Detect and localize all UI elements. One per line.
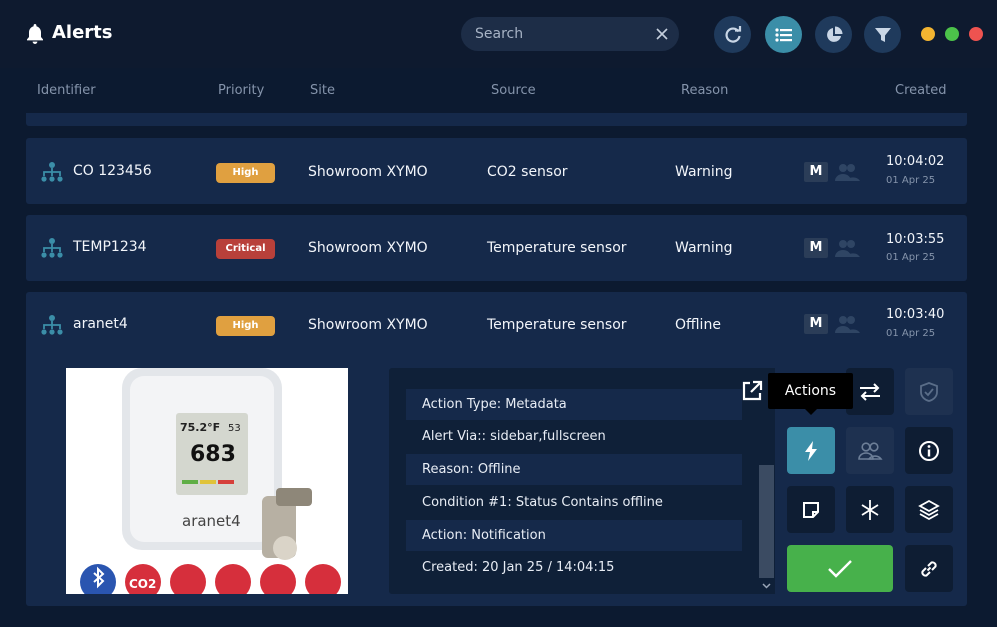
device-humidity: 53	[228, 423, 241, 434]
link-icon	[921, 560, 937, 577]
device-temp: 75.2°F	[180, 421, 220, 434]
close-icon[interactable]	[655, 27, 669, 41]
identifier: TEMP1234	[73, 239, 147, 255]
note-button[interactable]	[787, 486, 835, 533]
asterisk-button[interactable]	[846, 486, 894, 533]
pie-chart-icon	[826, 26, 842, 42]
co2-icon-label: CO2	[129, 577, 156, 591]
maximize-window-button[interactable]	[945, 27, 959, 41]
check-icon	[828, 559, 852, 578]
layers-button[interactable]	[905, 486, 953, 533]
column-header-created[interactable]: Created	[895, 83, 946, 98]
swap-icon	[860, 382, 880, 401]
source: Temperature sensor	[487, 317, 627, 333]
lightning-icon	[805, 440, 817, 461]
m-badge: M	[804, 314, 828, 334]
search-input[interactable]	[475, 17, 645, 51]
chart-view-button[interactable]	[815, 16, 852, 53]
info-button[interactable]	[905, 427, 953, 474]
source: CO2 sensor	[487, 164, 568, 180]
m-badge: M	[804, 162, 828, 182]
asterisk-icon	[861, 499, 879, 520]
device-brand: aranet4	[182, 512, 241, 530]
minimize-window-button[interactable]	[921, 27, 935, 41]
aranet4-device-illustration: 75.2°F 53 683 aranet4 CO2	[66, 368, 348, 594]
hierarchy-icon	[41, 238, 63, 258]
resolve-button[interactable]	[787, 545, 893, 592]
actions-tooltip: Actions	[768, 373, 853, 415]
priority-badge: High	[216, 316, 275, 336]
chevron-down-icon[interactable]	[761, 580, 772, 591]
table-row-partial	[26, 113, 967, 126]
detail-line: Reason: Offline	[406, 454, 742, 485]
refresh-icon	[724, 25, 741, 43]
site: Showroom XYMO	[308, 240, 428, 256]
refresh-button[interactable]	[714, 16, 751, 53]
list-view-button[interactable]	[765, 16, 802, 53]
table-row[interactable]: TEMP1234 Critical Showroom XYMO Temperat…	[26, 215, 967, 281]
list-icon	[774, 27, 792, 42]
device-co2: 683	[190, 442, 236, 467]
acknowledge-button[interactable]	[905, 368, 953, 415]
link-button[interactable]	[905, 545, 953, 592]
alert-details-panel: Action Type: Metadata Alert Via:: sideba…	[389, 368, 775, 594]
close-window-button[interactable]	[969, 27, 983, 41]
transfer-button[interactable]	[846, 368, 894, 415]
table-row[interactable]: CO 123456 High Showroom XYMO CO2 sensor …	[26, 138, 967, 204]
site: Showroom XYMO	[308, 317, 428, 333]
users-icon	[835, 240, 860, 257]
page-title: Alerts	[52, 22, 113, 43]
assign-users-button[interactable]	[846, 427, 894, 474]
info-icon	[919, 440, 939, 461]
created-time: 10:03:40	[886, 307, 945, 322]
hierarchy-icon	[41, 315, 63, 335]
created-time: 10:03:55	[886, 232, 945, 247]
detail-line: Created: 20 Jan 25 / 14:04:15	[422, 560, 615, 575]
layers-icon	[918, 499, 940, 520]
site: Showroom XYMO	[308, 164, 428, 180]
users-icon	[835, 316, 860, 333]
filter-button[interactable]	[864, 16, 901, 53]
actions-button[interactable]	[787, 427, 835, 474]
identifier: CO 123456	[73, 163, 152, 179]
detail-line: Action: Notification	[406, 520, 742, 551]
created-date: 01 Apr 25	[886, 175, 936, 186]
search-box[interactable]	[461, 17, 679, 51]
column-header-site[interactable]: Site	[310, 83, 335, 98]
source: Temperature sensor	[487, 240, 627, 256]
detail-line: Action Type: Metadata	[406, 389, 742, 420]
app-header: Alerts	[0, 0, 997, 68]
users-icon	[835, 164, 860, 181]
column-header-reason[interactable]: Reason	[681, 83, 728, 98]
column-header-source[interactable]: Source	[491, 83, 536, 98]
sticky-note-icon	[803, 501, 819, 518]
reason: Offline	[675, 317, 721, 333]
device-image: 75.2°F 53 683 aranet4 CO2	[66, 368, 348, 594]
reason: Warning	[675, 240, 733, 256]
bell-icon	[27, 24, 43, 44]
scrollbar-thumb[interactable]	[759, 465, 774, 578]
priority-badge: Critical	[216, 239, 275, 259]
created-date: 01 Apr 25	[886, 252, 936, 263]
filter-icon	[874, 27, 891, 42]
m-badge: M	[804, 238, 828, 258]
users-icon	[858, 441, 883, 460]
detail-line: Condition #1: Status Contains offline	[422, 495, 663, 510]
shield-check-icon	[920, 381, 938, 402]
column-header-identifier[interactable]: Identifier	[37, 83, 96, 98]
created-date: 01 Apr 25	[886, 328, 936, 339]
hierarchy-icon	[41, 162, 63, 182]
created-time: 10:04:02	[886, 154, 945, 169]
column-header-priority[interactable]: Priority	[218, 83, 264, 98]
identifier: aranet4	[73, 316, 128, 332]
detail-line: Alert Via:: sidebar,fullscreen	[422, 429, 606, 444]
reason: Warning	[675, 164, 733, 180]
external-link-icon[interactable]	[740, 379, 764, 403]
priority-badge: High	[216, 163, 275, 183]
